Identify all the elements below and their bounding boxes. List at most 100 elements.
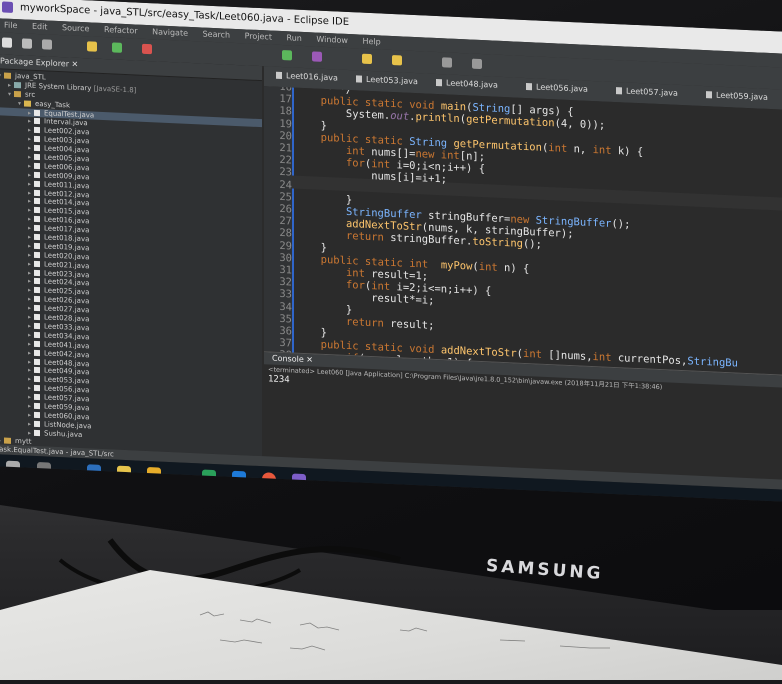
- tab-label: Leet016.java: [286, 71, 338, 82]
- console-tab-label: Console: [272, 354, 304, 364]
- java-file-icon: [526, 83, 532, 90]
- java-file-icon: [34, 261, 40, 267]
- java-file-icon: [34, 163, 40, 169]
- line-number: 21: [266, 141, 292, 154]
- java-file-icon: [34, 305, 40, 311]
- menu-refactor[interactable]: Refactor: [104, 25, 138, 36]
- line-number: 22: [266, 154, 292, 167]
- tab-label: Leet048.java: [446, 78, 498, 89]
- code-editor[interactable]: 16 * */17 public static void main(String…: [264, 86, 782, 375]
- menu-run[interactable]: Run: [287, 33, 302, 43]
- line-number: 35: [266, 312, 292, 325]
- line-number: 27: [266, 215, 292, 228]
- package-tree: ▾java_STL ▸JRE System Library [JavaSE-1.…: [0, 69, 262, 456]
- java-file-icon: [356, 75, 362, 82]
- package-explorer: Package Explorer ✕ ▾java_STL ▸JRE System…: [0, 54, 262, 456]
- menu-edit[interactable]: Edit: [32, 22, 48, 32]
- save-icon[interactable]: [22, 38, 32, 48]
- tab-leet053[interactable]: Leet053.java: [356, 74, 418, 86]
- java-file-icon: [34, 127, 40, 133]
- line-number: 32: [266, 276, 292, 289]
- java-file-icon: [34, 252, 40, 258]
- src-label: src: [25, 90, 35, 98]
- source-folder-icon: [14, 91, 21, 97]
- eclipse-icon: [2, 1, 13, 12]
- line-number: 26: [266, 202, 292, 215]
- java-file-icon: [34, 421, 40, 427]
- menu-search[interactable]: Search: [203, 29, 230, 39]
- line-number: 28: [266, 227, 292, 240]
- java-file-icon: [34, 118, 40, 124]
- java-file-icon: [34, 269, 40, 275]
- line-number: 24: [266, 178, 292, 191]
- package-icon: [24, 100, 31, 106]
- new-class-icon[interactable]: [312, 51, 322, 61]
- java-file-icon: [34, 385, 40, 391]
- line-number: 36: [266, 324, 292, 337]
- java-file-icon: [276, 72, 282, 79]
- line-number: 34: [266, 300, 292, 313]
- line-number: 29: [266, 239, 292, 252]
- debug-icon[interactable]: [87, 41, 97, 51]
- menu-help[interactable]: Help: [363, 37, 381, 47]
- java-file-icon: [34, 367, 40, 373]
- package-explorer-title: Package Explorer: [0, 56, 69, 68]
- java-file-icon: [34, 243, 40, 249]
- open-type-icon[interactable]: [362, 54, 372, 64]
- new-icon[interactable]: [2, 37, 12, 47]
- menu-window[interactable]: Window: [316, 35, 348, 45]
- java-file-icon: [34, 332, 40, 338]
- back-arrow-icon[interactable]: [442, 57, 452, 67]
- save-all-icon[interactable]: [42, 39, 52, 49]
- java-file-icon: [34, 109, 40, 115]
- line-number: 30: [266, 251, 292, 264]
- java-file-icon: [34, 412, 40, 418]
- line-number: 33: [266, 288, 292, 301]
- java-file-icon: [34, 181, 40, 187]
- line-number: 20: [266, 129, 292, 142]
- run-icon[interactable]: [112, 42, 122, 52]
- java-file-icon: [616, 87, 622, 94]
- file-list: ▸EqualTest.java▸Interval.java▸Leet002.ja…: [0, 107, 262, 448]
- java-file-icon: [34, 341, 40, 347]
- tab-leet059[interactable]: Leet059.java: [706, 90, 768, 102]
- project-folder-icon: [4, 73, 11, 79]
- tab-leet016[interactable]: Leet016.java: [276, 71, 338, 83]
- tab-leet056[interactable]: Leet056.java: [526, 82, 588, 94]
- java-file-icon: [34, 145, 40, 151]
- search-icon[interactable]: [392, 55, 402, 65]
- project-folder-icon: [4, 437, 11, 443]
- line-number: 37: [266, 337, 292, 350]
- java-file-icon: [34, 323, 40, 329]
- line-text: }: [308, 326, 327, 339]
- java-file-icon: [34, 403, 40, 409]
- tab-label: Leet053.java: [366, 75, 418, 86]
- menu-project[interactable]: Project: [245, 31, 272, 41]
- forward-arrow-icon[interactable]: [472, 59, 482, 69]
- menu-navigate[interactable]: Navigate: [152, 27, 188, 38]
- line-number: 19: [266, 117, 292, 130]
- code-text[interactable]: 16 * */17 public static void main(String…: [296, 86, 738, 375]
- java-file-icon: [436, 79, 442, 86]
- java-file-icon: [34, 287, 40, 293]
- java-file-icon: [34, 394, 40, 400]
- line-text: }: [308, 119, 327, 132]
- tab-leet048[interactable]: Leet048.java: [436, 78, 498, 90]
- menu-file[interactable]: File: [4, 21, 17, 31]
- java-file-icon: [34, 225, 40, 231]
- tab-label: Leet057.java: [626, 87, 678, 98]
- java-file-icon: [34, 278, 40, 284]
- stop-icon[interactable]: [142, 44, 152, 54]
- line-number: 23: [266, 166, 292, 179]
- menu-source[interactable]: Source: [62, 23, 89, 33]
- tab-leet057[interactable]: Leet057.java: [616, 86, 678, 98]
- java-file-icon: [34, 198, 40, 204]
- project-label: java_STL: [15, 72, 46, 81]
- java-file-icon: [34, 376, 40, 382]
- java-file-icon: [706, 91, 712, 98]
- run-last-icon[interactable]: [282, 50, 292, 60]
- line-text: }: [308, 241, 327, 254]
- screen: myworkSpace - java_STL/src/easy_Task/Lee…: [0, 0, 782, 502]
- tab-label: Leet056.java: [536, 82, 588, 93]
- tab-label: Leet059.java: [716, 91, 768, 102]
